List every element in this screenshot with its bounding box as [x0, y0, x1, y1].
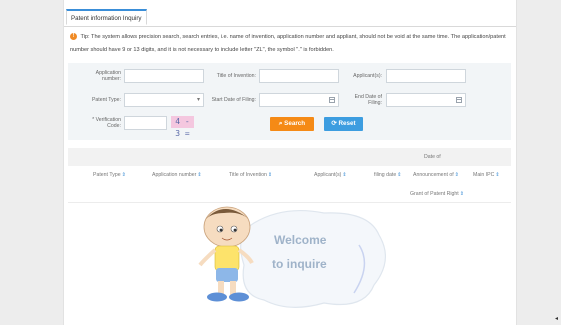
tab-bar: Patent information Inquiry: [64, 9, 516, 27]
divider: [68, 202, 511, 203]
sort-icon: ⇕: [197, 172, 202, 178]
search-icon: ⌕: [278, 120, 283, 127]
sort-icon: ⇕: [459, 191, 464, 197]
welcome-line-1: Welcome: [274, 233, 327, 247]
title-of-invention-label: Title of Invention:: [216, 73, 256, 79]
sort-icon: ⇕: [397, 172, 402, 178]
sort-icon: ⇕: [454, 172, 459, 178]
column-grant-of-patent-right[interactable]: Grant of Patent Right⇕: [410, 191, 464, 197]
reset-button[interactable]: ⟳ Reset: [324, 117, 363, 131]
search-form: Application number: Title of Invention: …: [68, 63, 511, 140]
column-title-of-invention[interactable]: Title of Invention⇕: [229, 172, 272, 178]
end-date-label: End Date of Filing:: [354, 94, 382, 106]
header-date-of: Date of: [424, 154, 441, 160]
scroll-arrow-icon[interactable]: ◂: [555, 315, 558, 322]
chevron-down-icon: ▾: [196, 97, 200, 103]
start-date-input[interactable]: [259, 93, 339, 107]
application-number-label: Application number:: [95, 70, 121, 82]
tip-text: Tip: The system allows precision search,…: [70, 34, 506, 53]
calendar-icon[interactable]: [456, 97, 462, 103]
info-icon: !: [70, 33, 77, 41]
sort-icon: ⇕: [342, 172, 347, 178]
patent-type-label: Patent Type:: [91, 97, 121, 103]
verification-code-input[interactable]: [124, 116, 167, 130]
column-patent-type[interactable]: Patent Type⇕: [93, 172, 126, 178]
application-number-input[interactable]: [124, 69, 204, 83]
applicant-label: Applicant(s):: [353, 73, 382, 79]
column-main-ipc[interactable]: Main IPC⇕: [473, 172, 500, 178]
verification-code-label: * Verification Code:: [92, 117, 121, 129]
main-panel: Patent information Inquiry ! Tip: The sy…: [63, 0, 517, 325]
calendar-icon[interactable]: [329, 97, 335, 103]
start-date-label: Start Date of Filing:: [211, 97, 256, 103]
sort-icon: ⇕: [267, 172, 273, 178]
column-applicant[interactable]: Applicant(s)⇕: [314, 172, 347, 178]
applicant-input[interactable]: [386, 69, 466, 83]
end-date-input[interactable]: [386, 93, 466, 107]
sort-icon: ⇕: [495, 172, 500, 178]
tip-message: ! Tip: The system allows precision searc…: [70, 31, 510, 57]
welcome-illustration: Welcome to inquire: [194, 205, 394, 315]
title-of-invention-input[interactable]: [259, 69, 339, 83]
captcha-image[interactable]: 4 - 3 =: [171, 116, 194, 138]
column-application-number[interactable]: Application number⇕: [152, 172, 202, 178]
sort-icon: ⇕: [121, 172, 126, 178]
tab-patent-inquiry[interactable]: Patent information Inquiry: [66, 9, 147, 25]
column-filing-date[interactable]: filing date⇕: [374, 172, 401, 178]
results-header-bar: Date of: [68, 148, 511, 166]
patent-type-select[interactable]: ▾: [124, 93, 204, 107]
refresh-icon: ⟳: [331, 120, 337, 127]
welcome-line-2: to inquire: [272, 257, 327, 271]
search-button[interactable]: ⌕ Search: [270, 117, 314, 131]
column-announcement[interactable]: Announcement of⇕: [413, 172, 459, 178]
